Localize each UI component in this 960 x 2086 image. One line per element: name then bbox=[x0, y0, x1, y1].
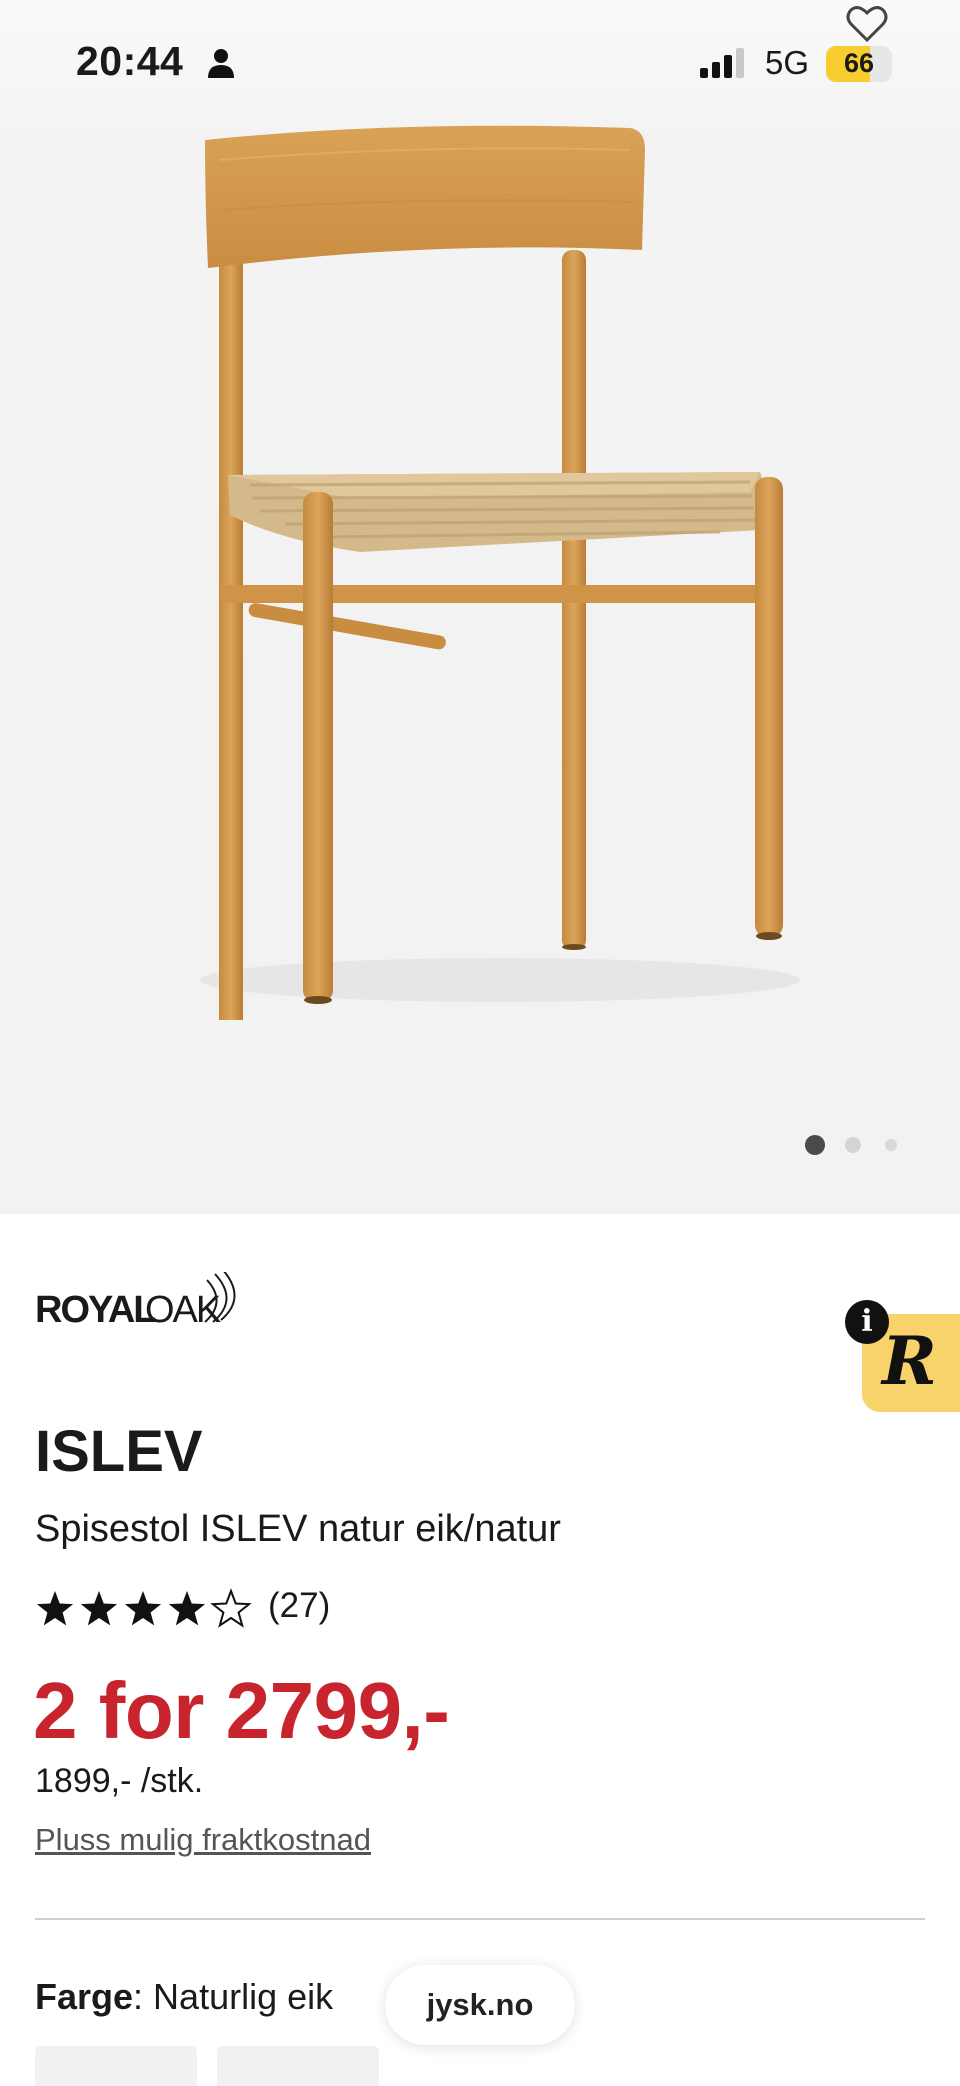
reviews-logo-icon: R bbox=[882, 1322, 937, 1400]
star-icon bbox=[36, 1591, 74, 1626]
review-count[interactable]: (27) bbox=[268, 1586, 330, 1626]
status-time: 20:44 bbox=[76, 38, 184, 84]
product-title: ISLEV bbox=[35, 1419, 203, 1484]
divider bbox=[35, 1918, 925, 1920]
product-description: Spisestol ISLEV natur eik/natur bbox=[35, 1508, 561, 1550]
color-option: Farge: Naturlig eik bbox=[35, 1976, 333, 2018]
color-value: : Naturlig eik bbox=[133, 1976, 334, 2017]
signal-icon bbox=[700, 48, 744, 78]
star-icon bbox=[168, 1591, 206, 1626]
color-swatch[interactable] bbox=[35, 2046, 197, 2086]
battery-level: 66 bbox=[843, 48, 875, 78]
product-image[interactable] bbox=[160, 120, 840, 1020]
wishlist-heart-icon[interactable] bbox=[846, 4, 888, 44]
info-icon[interactable]: i bbox=[845, 1300, 889, 1344]
color-label: Farge bbox=[35, 1976, 134, 2017]
color-swatch[interactable] bbox=[217, 2046, 379, 2086]
rating-stars bbox=[36, 1588, 252, 1628]
network-type: 5G bbox=[765, 44, 810, 81]
shipping-cost-link[interactable]: Pluss mulig fraktkostnad bbox=[35, 1822, 371, 1858]
pagination-dot[interactable] bbox=[845, 1137, 861, 1153]
product-price: 2 for 2799,- bbox=[33, 1666, 450, 1755]
battery-indicator: 66 bbox=[826, 46, 892, 82]
product-image-gallery[interactable] bbox=[0, 0, 960, 1214]
person-icon bbox=[208, 49, 234, 78]
svg-text:OAK: OAK bbox=[145, 1289, 221, 1331]
status-bar: 20:44 5G 66 bbox=[0, 0, 960, 120]
brand-logo: ROYAL OAK bbox=[35, 1272, 236, 1331]
star-outline-icon bbox=[210, 1588, 252, 1628]
gallery-pagination[interactable] bbox=[805, 1134, 915, 1156]
pagination-dot[interactable] bbox=[885, 1139, 897, 1151]
pagination-dot-active[interactable] bbox=[805, 1135, 825, 1155]
unit-price: 1899,- /stk. bbox=[35, 1762, 204, 1800]
browser-url-pill[interactable]: jysk.no bbox=[385, 1965, 575, 2045]
star-icon bbox=[80, 1591, 118, 1626]
star-icon bbox=[124, 1591, 162, 1626]
svg-text:ROYAL: ROYAL bbox=[35, 1289, 156, 1331]
